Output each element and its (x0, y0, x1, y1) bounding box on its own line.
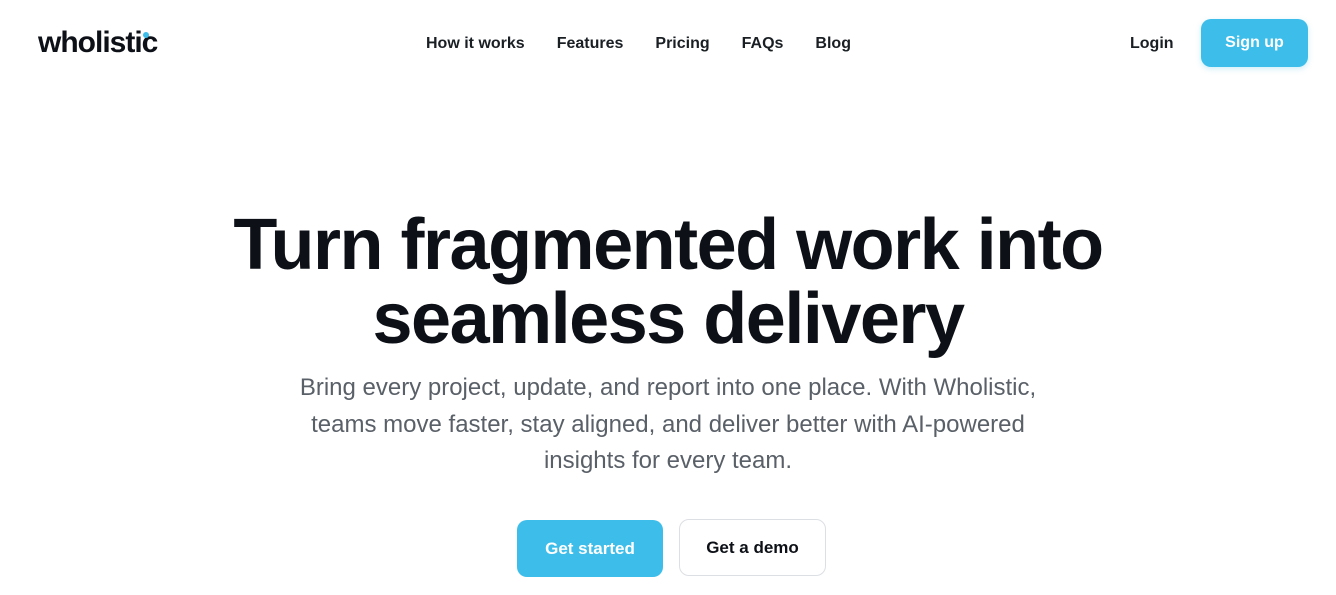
hero-subtitle: Bring every project, update, and report … (299, 374, 1037, 474)
site-header: wholistic How it works Features Pricing … (0, 0, 1336, 88)
get-demo-button[interactable]: Get a demo (679, 519, 826, 576)
nav-item-blog[interactable]: Blog (799, 24, 867, 64)
hero-title-line-2: seamless delivery (372, 279, 965, 359)
hero-title: Turn fragmented work into seamless deliv… (0, 208, 1336, 356)
nav-item-pricing[interactable]: Pricing (639, 24, 725, 64)
brand-logo[interactable]: wholistic (38, 24, 158, 62)
nav-item-features[interactable]: Features (541, 24, 640, 64)
nav-item-how-it-works[interactable]: How it works (410, 24, 541, 64)
brand-logo-text: wholistic (38, 26, 158, 59)
hero-title-line-1: Turn fragmented work into (233, 205, 1104, 285)
main-nav: How it works Features Pricing FAQs Blog (410, 24, 867, 64)
landing-page: wholistic How it works Features Pricing … (0, 0, 1336, 595)
login-link[interactable]: Login (1114, 24, 1190, 64)
logo-accent-dot-icon (143, 32, 149, 38)
nav-item-faqs[interactable]: FAQs (726, 24, 800, 64)
signup-button[interactable]: Sign up (1201, 19, 1308, 67)
get-started-button[interactable]: Get started (517, 520, 663, 577)
